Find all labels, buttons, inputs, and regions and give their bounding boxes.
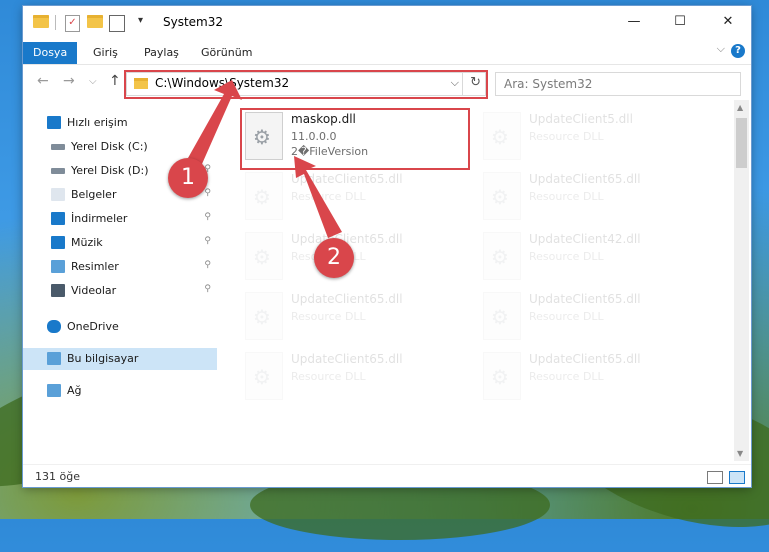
- arrow-one: [188, 80, 242, 164]
- callout-arrows: [188, 80, 342, 238]
- callout-two: 2: [314, 238, 354, 278]
- callout-one: 1: [168, 158, 208, 198]
- arrow-two: [294, 156, 342, 238]
